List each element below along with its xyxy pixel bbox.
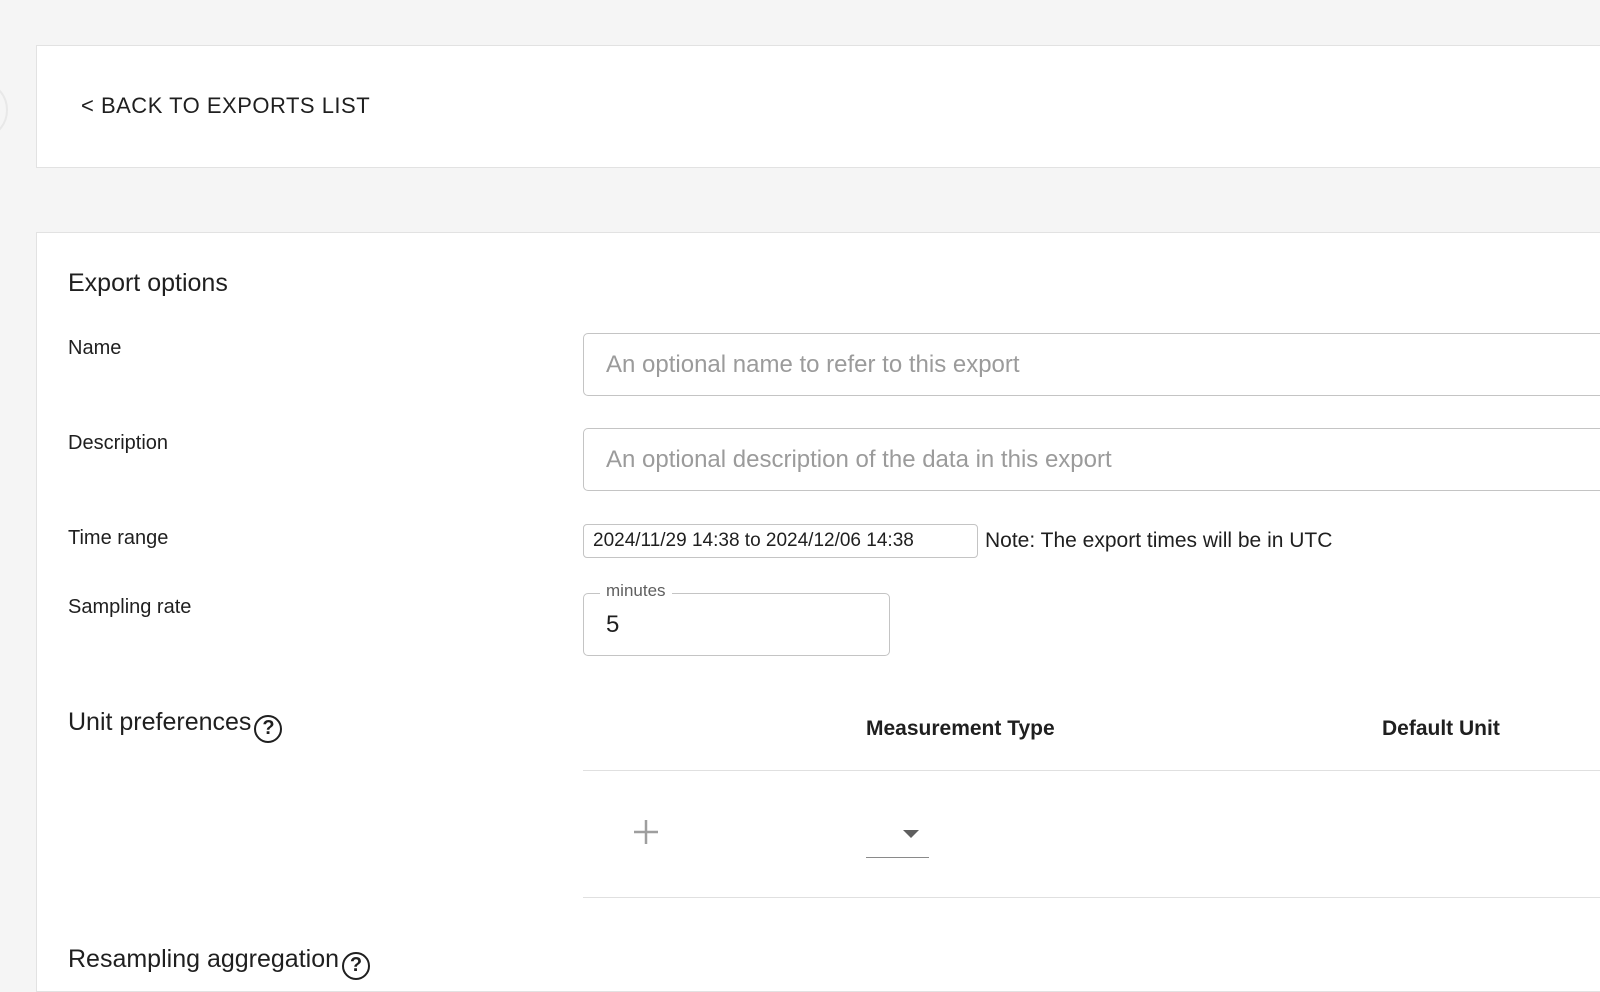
export-options-title: Export options [68,269,228,297]
table-row-divider [583,897,1600,898]
measurement-type-select[interactable] [866,813,929,858]
resampling-aggregation-title: Resampling aggregation [68,945,340,973]
plus-icon [634,820,658,844]
description-label: Description [68,432,169,454]
name-label: Name [68,337,122,359]
description-input[interactable] [583,428,1600,491]
time-range-label: Time range [68,527,169,549]
table-header-divider [583,770,1600,771]
utc-note: Note: The export times will be in UTC [985,529,1333,552]
unit-preferences-heading: Unit preferences? [68,708,283,743]
measurement-type-header: Measurement Type [866,717,1055,740]
question-circle-icon[interactable]: ? [342,952,371,980]
sampling-rate-input[interactable] [606,611,866,639]
default-unit-header: Default Unit [1382,717,1500,740]
add-unit-preference-button[interactable] [629,815,663,849]
sampling-unit-label: minutes [600,581,672,601]
time-range-input[interactable] [583,524,978,558]
question-circle-icon[interactable]: ? [254,715,283,743]
unit-preferences-title: Unit preferences [68,708,252,736]
name-input[interactable] [583,333,1600,396]
back-navigation-card: < BACK TO EXPORTS LIST [36,45,1600,168]
caret-down-icon [903,830,919,838]
sampling-rate-label: Sampling rate [68,596,192,618]
sampling-rate-field: minutes [583,581,890,656]
export-options-card: Export options Name Description Time ran… [36,232,1600,992]
edge-avatar-outline [0,80,8,140]
back-to-exports-link[interactable]: < BACK TO EXPORTS LIST [81,93,370,119]
resampling-aggregation-heading: Resampling aggregation? [68,945,371,980]
